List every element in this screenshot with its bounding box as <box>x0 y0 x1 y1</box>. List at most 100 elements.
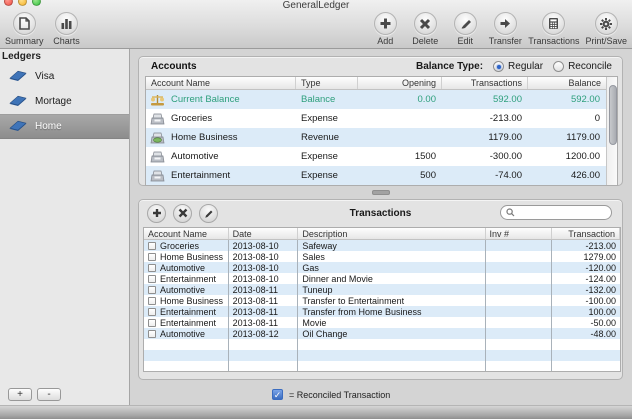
delete-button[interactable]: Delete <box>408 12 442 46</box>
col-balance[interactable]: Balance <box>528 77 606 89</box>
col-description[interactable]: Description <box>298 228 485 239</box>
charts-button[interactable]: Charts <box>50 12 84 46</box>
zoom-window-button[interactable] <box>32 0 41 6</box>
reconcile-checkbox[interactable] <box>148 264 156 272</box>
transaction-row[interactable]: Automotive 2013-08-12 Oil Change -48.00 <box>144 328 620 339</box>
reconcile-checkbox[interactable] <box>148 242 156 250</box>
accounts-scrollbar[interactable] <box>606 77 617 185</box>
transaction-row[interactable]: Automotive 2013-08-11 Tuneup -132.00 <box>144 284 620 295</box>
tx-account: Groceries <box>160 241 199 251</box>
sidebar-header: Ledgers <box>0 49 129 64</box>
reconciled-checkbox[interactable]: ✓ <box>272 389 283 400</box>
reconcile-checkbox[interactable] <box>148 319 156 327</box>
minimize-window-button[interactable] <box>18 0 27 6</box>
search-field[interactable] <box>500 205 612 220</box>
transaction-row[interactable]: Automotive 2013-08-10 Gas -120.00 <box>144 262 620 273</box>
account-balance: 426.00 <box>528 170 606 181</box>
scrollbar-thumb[interactable] <box>609 85 617 145</box>
reconcile-checkbox[interactable] <box>148 275 156 283</box>
close-window-button[interactable] <box>4 0 13 6</box>
sidebar-item-label: Visa <box>35 71 54 82</box>
account-row[interactable]: Groceries Expense -213.00 0 <box>146 109 606 128</box>
transaction-row[interactable]: Home Business 2013-08-11 Transfer to Ent… <box>144 295 620 306</box>
tx-inv <box>486 273 553 284</box>
tx-description: Dinner and Movie <box>298 273 485 284</box>
ledger-book-icon <box>8 120 28 133</box>
app-window: GeneralLedger Summary Charts <box>0 0 632 419</box>
add-ledger-button[interactable]: + <box>8 388 32 401</box>
transaction-row[interactable]: Entertainment 2013-08-11 Movie -50.00 <box>144 317 620 328</box>
account-row[interactable]: Current Balance Balance 0.00 592.00 592.… <box>146 90 606 109</box>
col-account-name[interactable]: Account Name <box>144 228 229 239</box>
account-opening: 500 <box>358 170 442 181</box>
transaction-row[interactable]: Home Business 2013-08-10 Sales 1279.00 <box>144 251 620 262</box>
transaction-row[interactable]: Entertainment 2013-08-10 Dinner and Movi… <box>144 273 620 284</box>
col-opening[interactable]: Opening <box>358 77 442 89</box>
remove-ledger-button[interactable]: - <box>37 388 61 401</box>
reconcile-checkbox[interactable] <box>148 253 156 261</box>
sidebar-item-mortage[interactable]: Mortage <box>0 89 129 114</box>
cash-register-icon <box>150 170 165 182</box>
account-balance: 1200.00 <box>528 151 606 162</box>
radio-regular-icon[interactable] <box>493 61 504 72</box>
edit-transaction-button[interactable] <box>199 204 218 223</box>
account-row[interactable]: Home Business Revenue 1179.00 1179.00 <box>146 128 606 147</box>
account-balance: 592.00 <box>528 94 606 105</box>
reconcile-checkbox[interactable] <box>148 308 156 316</box>
print-save-button[interactable]: Print/Save <box>585 12 627 46</box>
account-row[interactable]: Automotive Expense 1500 -300.00 1200.00 <box>146 147 606 166</box>
summary-button[interactable]: Summary <box>5 12 44 46</box>
account-type: Expense <box>296 151 358 162</box>
transactions-toolbar: Transactions <box>139 200 622 226</box>
tx-inv <box>486 284 553 295</box>
reconcile-checkbox[interactable] <box>148 286 156 294</box>
print-save-label: Print/Save <box>585 36 627 46</box>
radio-reconcile-icon[interactable] <box>553 61 564 72</box>
balance-scale-icon <box>150 94 165 106</box>
edit-label: Edit <box>458 36 474 46</box>
transfer-icon <box>494 12 517 35</box>
balance-type-reconcile[interactable]: Reconcile <box>553 61 612 72</box>
cash-register-icon <box>150 151 165 163</box>
balance-type-regular[interactable]: Regular <box>493 61 543 72</box>
col-date[interactable]: Date <box>229 228 299 239</box>
tx-inv <box>486 240 553 251</box>
tx-inv <box>486 262 553 273</box>
search-input[interactable] <box>518 208 603 218</box>
col-inv[interactable]: Inv # <box>486 228 553 239</box>
delete-transaction-button[interactable] <box>173 204 192 223</box>
transaction-row[interactable]: Groceries 2013-08-10 Safeway -213.00 <box>144 240 620 251</box>
col-transactions[interactable]: Transactions <box>442 77 528 89</box>
reconcile-checkbox[interactable] <box>148 297 156 305</box>
col-type[interactable]: Type <box>296 77 358 89</box>
reconcile-checkbox[interactable] <box>148 330 156 338</box>
tx-amount: -100.00 <box>552 295 620 306</box>
tx-date: 2013-08-11 <box>229 306 299 317</box>
account-type: Expense <box>296 170 358 181</box>
x-icon <box>178 208 188 218</box>
account-transactions: 592.00 <box>442 94 528 105</box>
transactions-button[interactable]: Transactions <box>528 12 579 46</box>
add-label: Add <box>377 36 393 46</box>
account-transactions: 1179.00 <box>442 132 528 143</box>
add-button[interactable]: Add <box>368 12 402 46</box>
sidebar-item-home[interactable]: Home <box>0 114 129 139</box>
sidebar-item-visa[interactable]: Visa <box>0 64 129 89</box>
splitter-handle[interactable] <box>372 190 390 195</box>
account-row[interactable]: Entertainment Expense 500 -74.00 426.00 <box>146 166 606 185</box>
transaction-row[interactable]: Entertainment 2013-08-11 Transfer from H… <box>144 306 620 317</box>
account-type: Expense <box>296 113 358 124</box>
col-account-name[interactable]: Account Name <box>146 77 296 89</box>
search-icon <box>506 208 515 217</box>
sidebar-item-label: Home <box>35 121 62 132</box>
plus-icon <box>152 208 162 218</box>
add-transaction-button[interactable] <box>147 204 166 223</box>
balance-type-label: Balance Type: <box>416 61 483 72</box>
edit-button[interactable]: Edit <box>448 12 482 46</box>
tx-date: 2013-08-10 <box>229 240 299 251</box>
col-transaction[interactable]: Transaction <box>552 228 620 239</box>
ledger-book-icon <box>8 70 28 83</box>
empty-row <box>144 339 620 350</box>
tx-description: Tuneup <box>298 284 485 295</box>
transfer-button[interactable]: Transfer <box>488 12 522 46</box>
